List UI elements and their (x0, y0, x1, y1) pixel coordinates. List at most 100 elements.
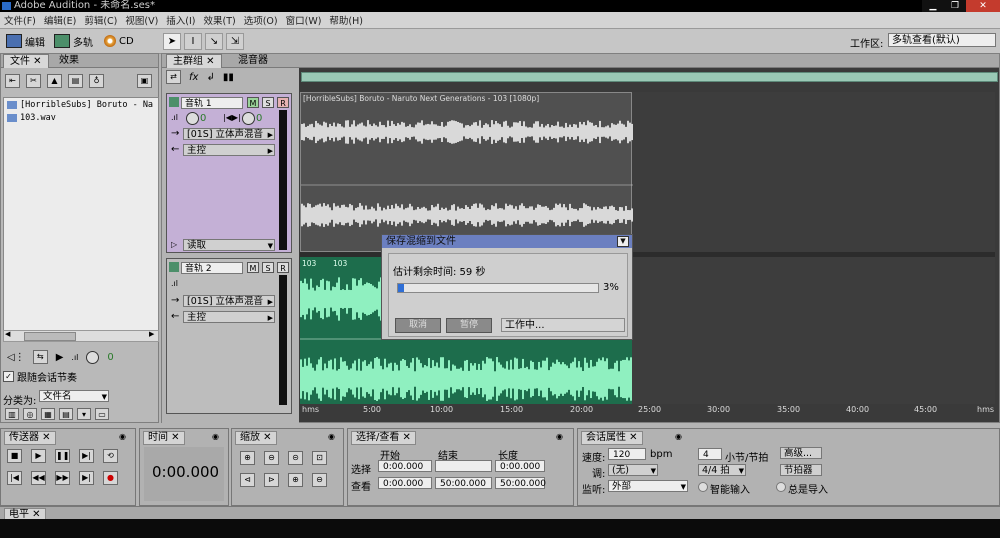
panel-menu-icon[interactable]: ◉ (212, 432, 219, 441)
view-end-input[interactable]: 50:00.000 (435, 477, 492, 489)
filter-tag-icon[interactable]: ▾ (77, 408, 91, 420)
play-from-cursor-icon[interactable]: ▶| (79, 449, 94, 463)
menu-help[interactable]: 帮助(H) (325, 13, 367, 27)
edit-view-button[interactable]: 编辑 (6, 33, 45, 49)
filter-audio-icon[interactable]: ▥ (5, 408, 19, 420)
filter-options-icon[interactable]: ▭ (95, 408, 109, 420)
menu-options[interactable]: 选项(O) (240, 13, 282, 27)
timeline-ruler[interactable]: hms 5:00 10:00 15:00 20:00 25:00 30:00 3… (300, 404, 995, 417)
menu-file[interactable]: 文件(F) (0, 13, 40, 27)
file-list-scrollbar[interactable]: ◀ ▶ (3, 330, 159, 342)
move-tool-icon[interactable]: ➤ (163, 33, 181, 50)
advanced-button[interactable]: 高级... (780, 447, 822, 459)
zoom-in-horizontal-icon[interactable]: ⊕ (240, 451, 255, 465)
monitor-select[interactable]: 外部 ▼ (608, 480, 688, 492)
import-file-icon[interactable]: ⇤ (5, 74, 20, 88)
go-to-end-icon[interactable]: ▶| (79, 471, 94, 485)
metronome-button[interactable]: 节拍器 (780, 464, 822, 476)
tab-session-properties[interactable]: 会话属性 ✕ (581, 431, 643, 445)
zoom-right-icon[interactable]: ⊳ (264, 473, 279, 487)
filter-loop-icon[interactable]: ◎ (23, 408, 37, 420)
view-length-input[interactable]: 50:00.000 (495, 477, 546, 489)
track-1-automation-select[interactable]: 读取 ▼ (183, 239, 275, 251)
zoom-selection-icon[interactable]: ⊡ (312, 451, 327, 465)
track-1-automation-icon[interactable]: ▷ (171, 240, 177, 249)
pause-icon[interactable]: ❚❚ (55, 449, 70, 463)
track-2-solo-button[interactable]: S (262, 262, 274, 273)
hybrid-tool-icon[interactable]: ↘ (205, 33, 223, 50)
smart-input-radio[interactable] (698, 482, 708, 492)
cancel-button[interactable]: 取消 (395, 318, 441, 333)
track-1-solo-button[interactable]: S (262, 97, 274, 108)
play-icon[interactable]: ▶ (31, 449, 46, 463)
zoom-in-vertical-icon[interactable]: ⊕ (288, 473, 303, 487)
track-2-record-button[interactable]: R (277, 262, 289, 273)
cd-view-button[interactable]: CD (104, 33, 134, 49)
panel-menu-icon[interactable]: ◉ (119, 432, 126, 441)
track-2-mute-button[interactable]: M (247, 262, 259, 273)
tab-selection-view[interactable]: 选择/查看 ✕ (351, 431, 416, 445)
zoom-out-horizontal-icon[interactable]: ⊖ (264, 451, 279, 465)
always-input-radio[interactable] (776, 482, 786, 492)
track-1-name[interactable]: 音轨 1 (181, 97, 243, 109)
close-file-icon[interactable]: ✂ (26, 74, 41, 88)
dialog-title-bar[interactable]: 保存混缩到文件 ▼ (382, 235, 632, 248)
edit-file-icon[interactable]: ▤ (68, 74, 83, 88)
tab-main-group[interactable]: 主群组 ✕ (166, 54, 222, 68)
volume-knob[interactable] (86, 350, 100, 364)
track-1-pan-knob[interactable] (242, 112, 255, 125)
zoom-out-full-icon[interactable]: ⊝ (288, 451, 303, 465)
record-icon[interactable]: ● (103, 471, 118, 485)
minimize-button[interactable]: ▁ (922, 0, 944, 12)
maximize-button[interactable]: ❐ (944, 0, 966, 12)
filter-video-icon[interactable]: ▦ (41, 408, 55, 420)
list-item[interactable]: 103.wav (20, 113, 56, 123)
track-2-input-select[interactable]: [01S] 立体声混音 ▶ (183, 295, 275, 307)
tempo-input[interactable]: 120 (608, 448, 646, 460)
tab-zoom[interactable]: 缩放 ✕ (235, 431, 277, 445)
menu-view[interactable]: 视图(V) (121, 13, 162, 27)
scroll-left-icon[interactable]: ◀ (5, 330, 10, 338)
menu-effects[interactable]: 效果(T) (200, 13, 240, 27)
play-preview-icon[interactable]: ♁ (89, 74, 104, 88)
tab-files[interactable]: 文件 ✕ (3, 54, 49, 68)
panel-menu-icon[interactable]: ◉ (675, 432, 682, 441)
auto-play-icon[interactable]: ◁⋮ (7, 352, 25, 363)
level-bars-icon[interactable]: ▮▮ (223, 72, 234, 83)
selection-start-input[interactable]: 0:00.000 (378, 460, 432, 472)
file-options-icon[interactable]: ▣ (137, 74, 152, 88)
sort-select[interactable]: 文件名 ▼ (39, 390, 109, 402)
time-select-tool-icon[interactable]: I (184, 33, 202, 50)
track-1-record-button[interactable]: R (277, 97, 289, 108)
track-2-output-select[interactable]: 主控 ▶ (183, 311, 275, 323)
close-button[interactable]: ✕ (966, 0, 1000, 12)
beats-input[interactable]: 4 (698, 448, 722, 460)
track-1-volume-knob[interactable] (186, 112, 199, 125)
insert-multitrack-icon[interactable]: ▲ (47, 74, 62, 88)
multitrack-view-button[interactable]: 多轨 (54, 33, 93, 49)
play-icon[interactable]: ▶ (56, 352, 64, 363)
meter-select[interactable]: 4/4 拍 ▼ (698, 464, 746, 476)
track-1-mute-button[interactable]: M (247, 97, 259, 108)
menu-clip[interactable]: 剪辑(C) (80, 13, 121, 27)
panel-menu-icon[interactable]: ◉ (556, 432, 563, 441)
tab-effects[interactable]: 效果 (53, 54, 85, 67)
menu-window[interactable]: 窗口(W) (282, 13, 326, 27)
key-select[interactable]: (无) ▼ (608, 464, 658, 476)
zoom-left-icon[interactable]: ⊲ (240, 473, 255, 487)
selection-end-input[interactable] (435, 460, 492, 472)
loop-icon[interactable]: ⇆ (32, 350, 48, 364)
loop-play-icon[interactable]: ⟲ (103, 449, 118, 463)
clip-track-1[interactable]: [HorribleSubs] Boruto - Naruto Next Gene… (300, 92, 633, 252)
stop-icon[interactable]: ■ (7, 449, 22, 463)
panel-menu-icon[interactable]: ◉ (328, 432, 335, 441)
rewind-icon[interactable]: ◀◀ (31, 471, 46, 485)
scrub-tool-icon[interactable]: ⇲ (226, 33, 244, 50)
scrollbar-thumb[interactable] (24, 332, 76, 341)
toggle-display-icon[interactable]: ⇄ (166, 70, 181, 84)
menu-insert[interactable]: 插入(I) (162, 13, 199, 27)
view-start-input[interactable]: 0:00.000 (378, 477, 432, 489)
tab-mixer[interactable]: 混音器 (232, 54, 274, 67)
io-icon[interactable]: ↲ (206, 72, 214, 83)
fx-icon[interactable]: fx (189, 72, 198, 83)
